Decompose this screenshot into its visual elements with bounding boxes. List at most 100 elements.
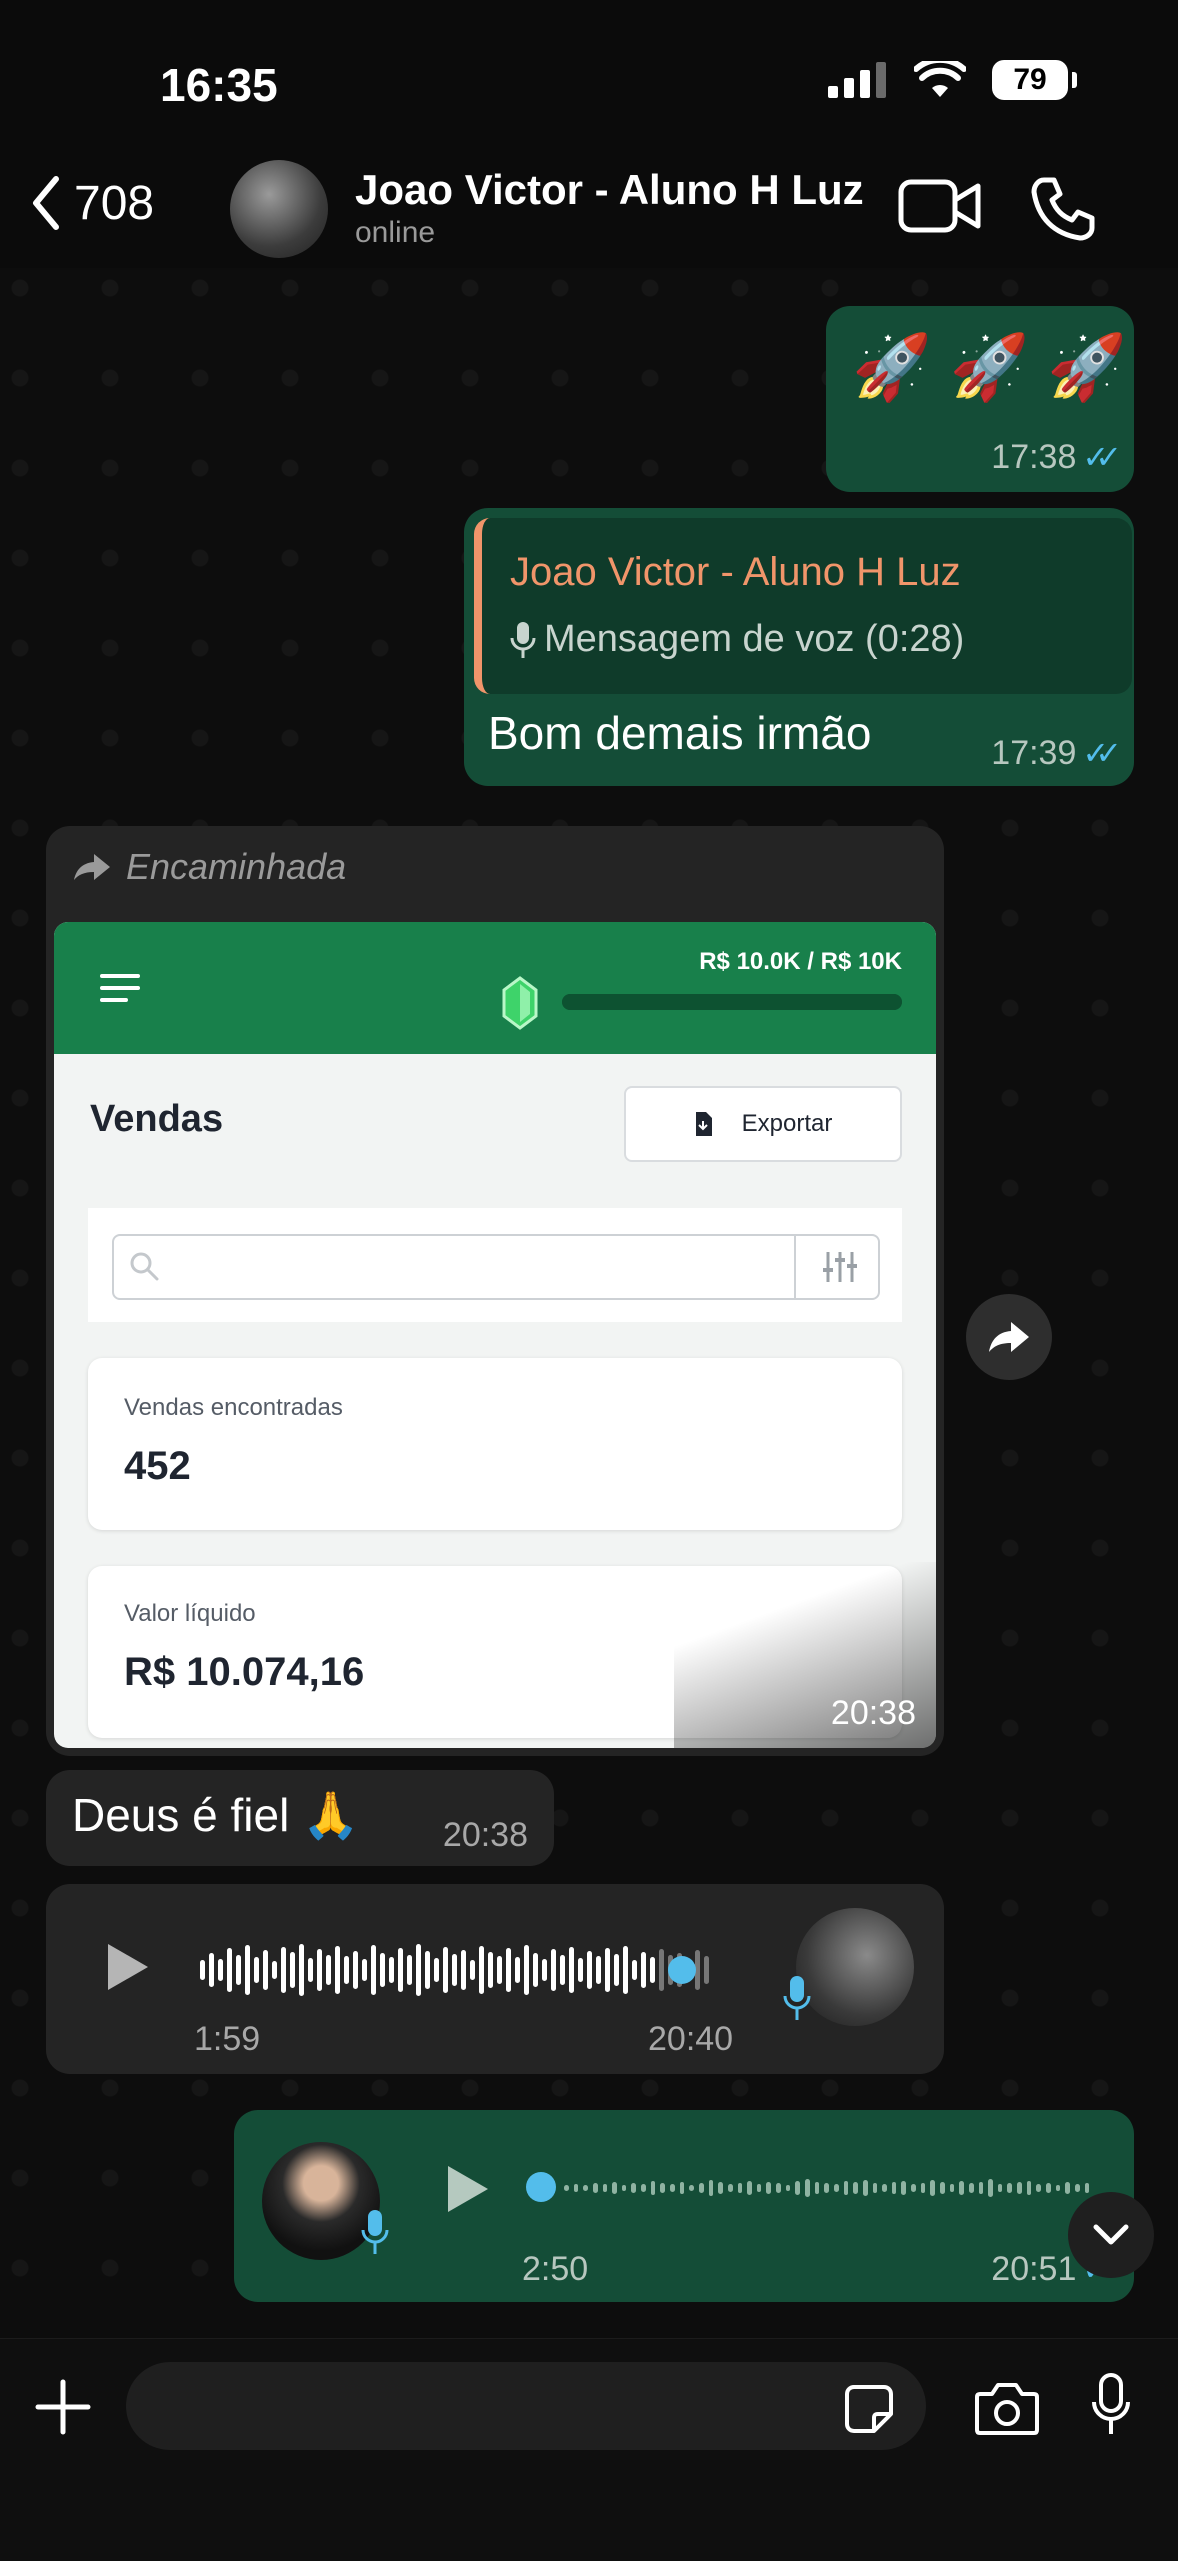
waveform-bar — [560, 1955, 565, 1985]
message-bubble-outgoing[interactable]: 🚀 🚀 🚀 17:38 ✓✓ — [826, 306, 1134, 492]
waveform-bar — [708, 2180, 714, 2196]
voice-waveform[interactable] — [564, 2156, 1094, 2220]
waveform-bar — [578, 1958, 583, 1982]
waveform-bar — [380, 1953, 385, 1987]
waveform-bar — [416, 1944, 421, 1996]
waveform-bar — [353, 1951, 358, 1989]
voice-message-outgoing[interactable]: 2:50 20:51✓✓ — [234, 2110, 1134, 2302]
sticker-icon[interactable] — [844, 2384, 894, 2434]
phone-icon[interactable] — [1030, 176, 1096, 242]
message-time: 17:38 — [991, 438, 1077, 476]
waveform-bar — [718, 2182, 723, 2194]
quoted-message[interactable]: Joao Victor - Aluno H Luz Mensagem de vo… — [474, 518, 1132, 694]
waveform-bar — [824, 2183, 829, 2193]
message-meta: 17:38 ✓✓ — [991, 438, 1122, 477]
search-icon — [130, 1252, 159, 1281]
waveform-bar — [452, 1954, 457, 1986]
status-icons: 79 — [828, 60, 1077, 100]
contact-status: online — [355, 216, 436, 249]
export-button[interactable]: Exportar — [624, 1086, 902, 1162]
waveform-bar — [632, 1960, 637, 1980]
stats-card-value: R$ 10.074,16 — [124, 1650, 365, 1694]
waveform-bar — [843, 2181, 849, 2195]
waveform-bar — [596, 1956, 601, 1984]
waveform-bar — [641, 1952, 646, 1988]
video-icon[interactable] — [898, 176, 982, 236]
waveform-bar — [407, 1955, 412, 1985]
waveform-bar — [1007, 2183, 1013, 2193]
waveform-bar — [1017, 2182, 1022, 2194]
waveform-bar — [939, 2182, 945, 2194]
waveform-bar — [227, 1948, 232, 1992]
forwarded-label: Encaminhada — [72, 846, 346, 888]
play-icon[interactable] — [106, 1942, 150, 1992]
battery-indicator: 79 — [992, 60, 1077, 100]
forward-icon — [74, 854, 110, 880]
mic-icon[interactable] — [1090, 2372, 1132, 2438]
forward-icon — [989, 1322, 1029, 1352]
waveform-bar — [236, 1955, 241, 1985]
plus-icon[interactable] — [34, 2378, 92, 2436]
scroll-to-bottom-button[interactable] — [1068, 2192, 1154, 2278]
play-icon[interactable] — [446, 2164, 490, 2214]
waveform-bar — [756, 2184, 762, 2192]
contact-avatar[interactable] — [230, 160, 328, 258]
waveform-bar — [218, 1959, 223, 1981]
waveform-bar — [470, 1960, 475, 1980]
waveform-bar — [862, 2180, 868, 2196]
waveform-bar — [1026, 2181, 1032, 2195]
message-bubble-incoming[interactable]: Deus é fiel 🙏 20:38 — [46, 1770, 554, 1866]
message-bubble-outgoing[interactable]: Joao Victor - Aluno H Luz Mensagem de vo… — [464, 508, 1134, 786]
message-input[interactable] — [126, 2362, 926, 2450]
export-icon — [695, 1112, 712, 1136]
waveform-bar — [805, 2179, 810, 2197]
voice-duration: 1:59 — [194, 2020, 261, 2058]
playback-scrubber[interactable] — [526, 2172, 556, 2202]
waveform-bar — [587, 1951, 592, 1989]
forwarded-image[interactable]: R$ 10.0K / R$ 10K Vendas Exportar Vendas… — [54, 922, 936, 1748]
waveform-bar — [901, 2181, 907, 2195]
waveform-bar — [959, 2181, 964, 2195]
waveform-bar — [245, 1945, 250, 1995]
waveform-bar — [524, 1945, 529, 1995]
read-ticks-icon: ✓✓ — [1082, 439, 1121, 475]
message-time: 20:38 — [830, 1694, 916, 1732]
stats-card-sales: Vendas encontradas 452 — [88, 1358, 902, 1530]
waveform-bar — [1036, 2184, 1042, 2192]
search-input[interactable] — [112, 1234, 880, 1300]
waveform-bar — [389, 1957, 394, 1983]
forward-button[interactable] — [966, 1294, 1052, 1380]
waveform-bar — [1065, 2182, 1070, 2194]
waveform-bar — [362, 1959, 367, 1981]
waveform-bar — [911, 2184, 916, 2192]
waveform-bar — [583, 2185, 588, 2191]
playback-scrubber[interactable] — [668, 1956, 696, 1984]
stats-card-label: Valor líquido — [124, 1600, 256, 1627]
waveform-bar — [704, 1956, 709, 1984]
contact-name[interactable]: Joao Victor - Aluno H Luz — [355, 166, 864, 214]
mic-icon — [783, 1976, 811, 2020]
waveform-bar — [461, 1950, 466, 1990]
back-button[interactable]: 708 — [30, 175, 154, 231]
waveform-bar — [592, 2183, 598, 2193]
waveform-bar — [344, 1956, 349, 1984]
chevron-left-icon — [33, 176, 59, 230]
waveform-bar — [747, 2181, 752, 2195]
waveform-bar — [698, 2183, 704, 2193]
camera-icon[interactable] — [974, 2380, 1040, 2436]
voice-message-incoming[interactable]: 1:59 20:40 — [46, 1884, 944, 2074]
filter-icon[interactable] — [820, 1250, 860, 1284]
waveform-bar — [978, 2182, 984, 2194]
status-time: 16:35 — [160, 59, 278, 111]
waveform-bar — [1074, 2184, 1080, 2192]
goal-progress-bar — [562, 994, 902, 1010]
waveform-bar — [308, 1958, 313, 1982]
battery-level: 79 — [1013, 63, 1047, 96]
message-text: Bom demais irmão — [488, 707, 872, 759]
waveform-bar — [515, 1957, 520, 1983]
waveform-bar — [299, 1944, 304, 1996]
waveform-bar — [968, 2183, 974, 2193]
quoted-content: Mensagem de voz (0:28) — [510, 618, 964, 661]
waveform-bar — [631, 2183, 637, 2193]
waveform-bar — [641, 2184, 646, 2192]
